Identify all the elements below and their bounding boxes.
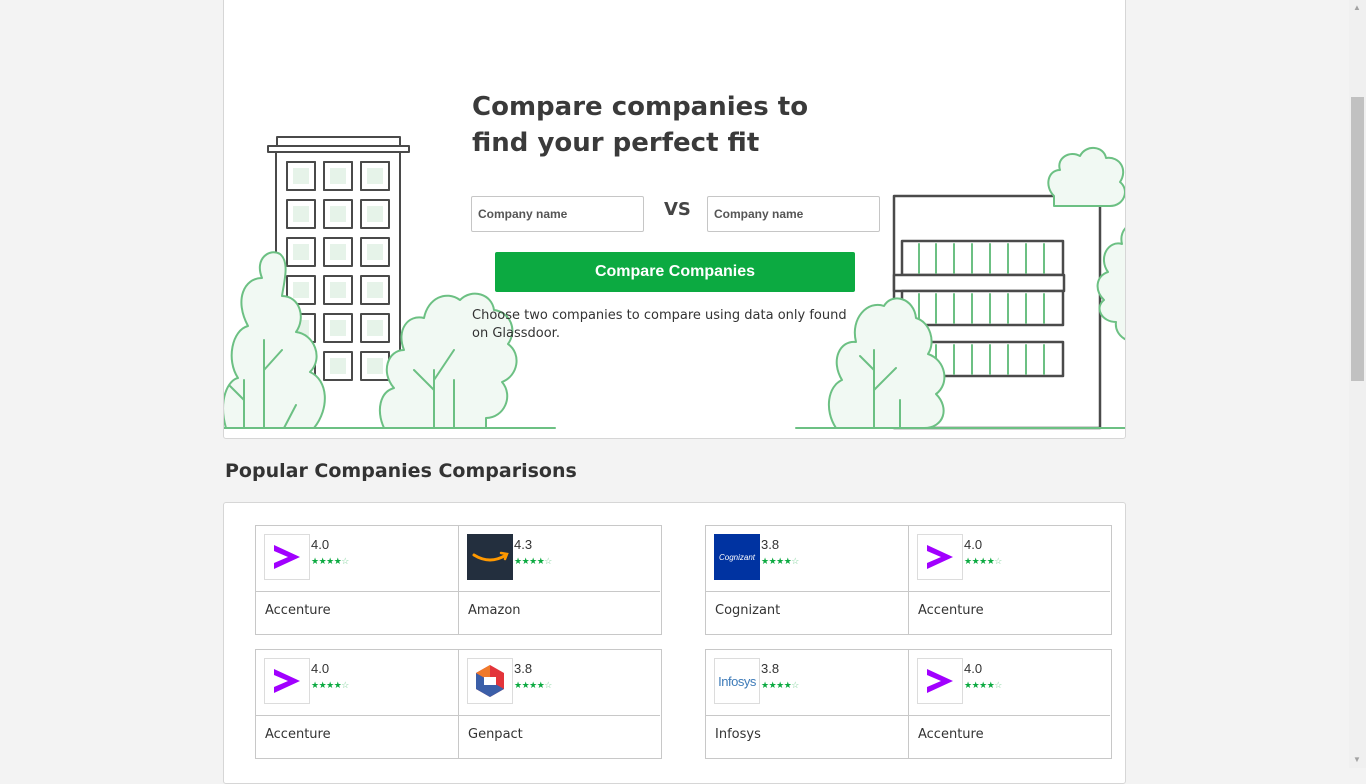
comparison-pair[interactable]: 4.0 ★★★★☆ Accenture 3.8 ★★★★☆ Genpact — [255, 649, 662, 759]
scrollbar-thumb[interactable] — [1351, 97, 1364, 381]
infosys-logo-text: Infosys — [718, 673, 756, 689]
company-card[interactable]: 4.3 ★★★★☆ Amazon — [458, 526, 660, 634]
company-name: Accenture — [918, 727, 984, 742]
company-card[interactable]: Cognizant 3.8 ★★★★☆ Cognizant — [706, 526, 908, 634]
company-name: Accenture — [265, 727, 331, 742]
company-name: Amazon — [468, 603, 521, 618]
star-rating-icon: ★★★★☆ — [514, 680, 552, 690]
star-rating-icon: ★★★★☆ — [761, 680, 799, 690]
company-name: Accenture — [918, 603, 984, 618]
hero-panel: Compare companies to find your perfect f… — [223, 0, 1126, 439]
company-name: Infosys — [715, 727, 761, 742]
company-name: Genpact — [468, 727, 523, 742]
genpact-logo-icon — [467, 658, 513, 704]
star-rating-icon: ★★★★☆ — [514, 556, 552, 566]
rating-value: 4.3 — [514, 537, 533, 552]
section-title: Popular Companies Comparisons — [225, 460, 577, 482]
company-card[interactable]: 4.0 ★★★★☆ Accenture — [908, 650, 1110, 758]
rating-value: 4.0 — [311, 661, 330, 676]
rating-value: 3.8 — [514, 661, 533, 676]
company-a-input[interactable] — [471, 196, 644, 232]
comparisons-panel: 4.0 ★★★★☆ Accenture 4.3 ★★★★☆ Amazon Cog… — [223, 502, 1126, 784]
star-rating-icon: ★★★★☆ — [311, 680, 349, 690]
vertical-scrollbar[interactable]: ▲ ▼ — [1349, 0, 1366, 768]
compare-hint: Choose two companies to compare using da… — [472, 308, 847, 341]
scroll-down-icon[interactable]: ▼ — [1353, 755, 1361, 764]
rating-value: 4.0 — [964, 661, 983, 676]
compare-companies-button[interactable]: Compare Companies — [495, 252, 855, 292]
page-title: Compare companies to find your perfect f… — [472, 92, 809, 158]
star-rating-icon: ★★★★☆ — [761, 556, 799, 566]
accenture-logo-icon — [264, 658, 310, 704]
star-rating-icon: ★★★★☆ — [311, 556, 349, 566]
infosys-logo-icon: Infosys — [714, 658, 760, 704]
vs-label: VS — [664, 199, 691, 220]
company-name: Accenture — [265, 603, 331, 618]
star-rating-icon: ★★★★☆ — [964, 680, 1002, 690]
accenture-logo-icon — [917, 534, 963, 580]
comparison-pair[interactable]: Infosys 3.8 ★★★★☆ Infosys 4.0 ★★★★☆ Acce… — [705, 649, 1112, 759]
accenture-logo-icon — [917, 658, 963, 704]
company-card[interactable]: 3.8 ★★★★☆ Genpact — [458, 650, 660, 758]
cognizant-logo-text: Cognizant — [718, 552, 756, 562]
cognizant-logo-icon: Cognizant — [714, 534, 760, 580]
star-rating-icon: ★★★★☆ — [964, 556, 1002, 566]
company-name: Cognizant — [715, 603, 781, 618]
rating-value: 3.8 — [761, 537, 780, 552]
rating-value: 3.8 — [761, 661, 780, 676]
rating-value: 4.0 — [964, 537, 983, 552]
company-card[interactable]: 4.0 ★★★★☆ Accenture — [256, 526, 458, 634]
company-card[interactable]: 4.0 ★★★★☆ Accenture — [256, 650, 458, 758]
amazon-logo-icon — [467, 534, 513, 580]
scroll-up-icon[interactable]: ▲ — [1353, 3, 1361, 12]
company-card[interactable]: 4.0 ★★★★☆ Accenture — [908, 526, 1110, 634]
company-card[interactable]: Infosys 3.8 ★★★★☆ Infosys — [706, 650, 908, 758]
accenture-logo-icon — [264, 534, 310, 580]
comparison-pair[interactable]: 4.0 ★★★★☆ Accenture 4.3 ★★★★☆ Amazon — [255, 525, 662, 635]
comparison-pair[interactable]: Cognizant 3.8 ★★★★☆ Cognizant 4.0 ★★★★☆ … — [705, 525, 1112, 635]
company-b-input[interactable] — [707, 196, 880, 232]
rating-value: 4.0 — [311, 537, 330, 552]
